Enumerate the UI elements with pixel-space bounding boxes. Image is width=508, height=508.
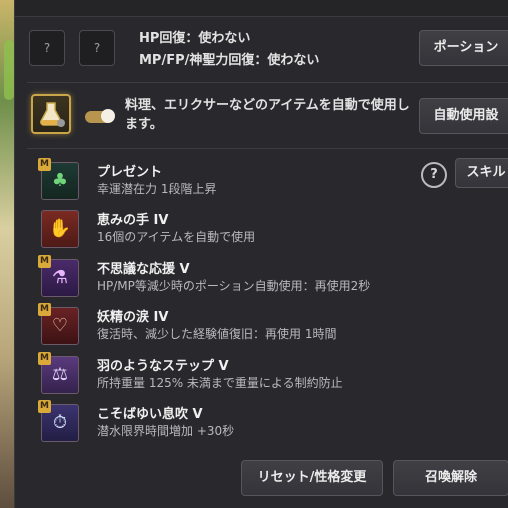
panel-top-bar [15,0,508,17]
recovery-settings: HP回復：使わない MP/FP/神聖力回復：使わない [139,28,319,72]
divider [27,82,508,83]
buff-name: 不思議な応援 V [97,262,190,277]
buff-item: ⏱ M こそばゆい息吹 V 潜水限界時間増加 +30秒 [38,400,421,443]
skill-button[interactable]: スキル [455,158,508,188]
potion-slot-1[interactable]: ? [29,30,65,66]
potion-slot-2[interactable]: ? [79,30,115,66]
mastery-badge: M [38,352,51,365]
hp-recovery-text: HP回復：使わない [139,31,251,46]
buff-item: ⚗ M 不思議な応援 V HP/MP等減少時のポーション自動使用：再使用2秒 [38,255,421,298]
potion-flask-icon [40,102,65,127]
fairy-hand-icon: ✋ [41,210,79,248]
mastery-badge: M [38,255,51,268]
buff-description: 所持重量 125% 未満まで重量による制約防止 [97,376,343,390]
divider [27,148,508,149]
mastery-badge: M [38,400,51,413]
mastery-badge: M [38,158,51,171]
auto-use-item-icon [31,94,71,134]
dismiss-summon-button[interactable]: 召喚解除 [393,460,508,496]
buff-name: 羽のようなステップ V [97,359,229,374]
buff-item: ✋ 恵みの手 IV 16個のアイテムを自動で使用 [41,209,421,249]
buff-item: ♡ M 妖精の涙 IV 復活時、減少した経験値復旧：再使用 1時間 [38,303,421,346]
fairy-hand-glyph: ✋ [48,218,72,239]
buff-name: 妖精の涙 IV [97,310,169,325]
buff-description: 幸運潜在力 1段階上昇 [97,182,217,196]
mp-recovery-text: MP/FP/神聖力回復：使わない [139,53,320,68]
auto-use-toggle[interactable] [85,109,115,123]
buff-description: 復活時、減少した経験値復旧：再使用 1時間 [97,327,337,341]
mastery-badge: M [38,303,51,316]
reset-personality-button[interactable]: リセット/性格変更 [241,460,383,496]
buff-name: プレゼント [97,165,163,180]
buff-item: ⚖ M 羽のようなステップ V 所持重量 125% 未満まで重量による制約防止 [38,352,421,395]
auto-use-description: 料理、エリクサーなどのアイテムを自動で使用します。 [125,98,410,132]
pet-skill-panel: ? ? HP回復：使わない MP/FP/神聖力回復：使わない ポーション 料理、… [14,0,508,508]
buff-name: 恵みの手 IV [97,213,169,228]
auto-use-settings-button[interactable]: 自動使用設 [419,98,508,134]
potion-settings-button[interactable]: ポーション [419,30,508,66]
help-icon[interactable]: ? [421,162,447,188]
buff-description: HP/MP等減少時のポーション自動使用：再使用2秒 [97,279,371,293]
buff-item: ♣ M プレゼント 幸運潜在力 1段階上昇 [38,158,421,201]
buff-name: こそばゆい息吹 V [97,407,203,422]
buff-description: 潜水限界時間増加 +30秒 [97,424,235,438]
buff-description: 16個のアイテムを自動で使用 [97,230,256,244]
